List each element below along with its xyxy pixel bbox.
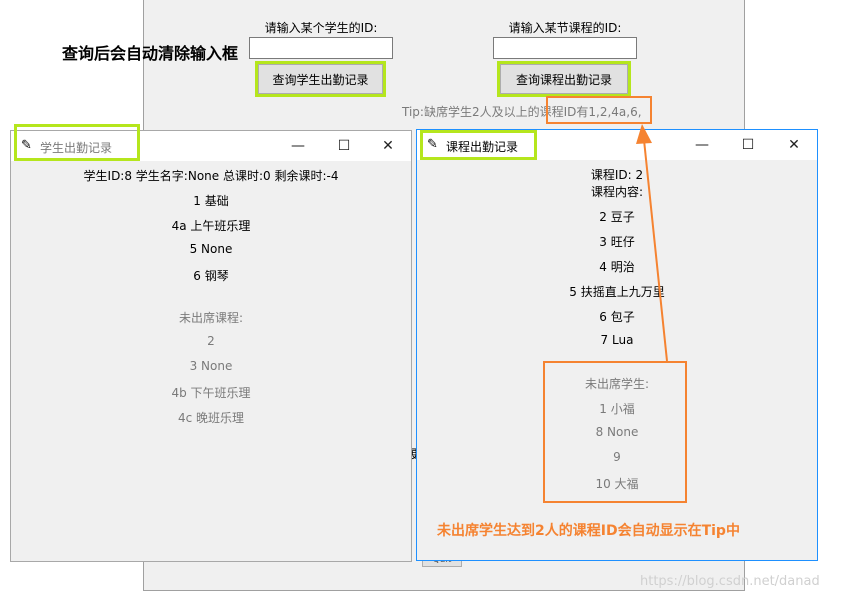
watermark: https://blog.csdn.net/danad xyxy=(640,574,820,589)
annotation-arrow xyxy=(636,124,668,362)
